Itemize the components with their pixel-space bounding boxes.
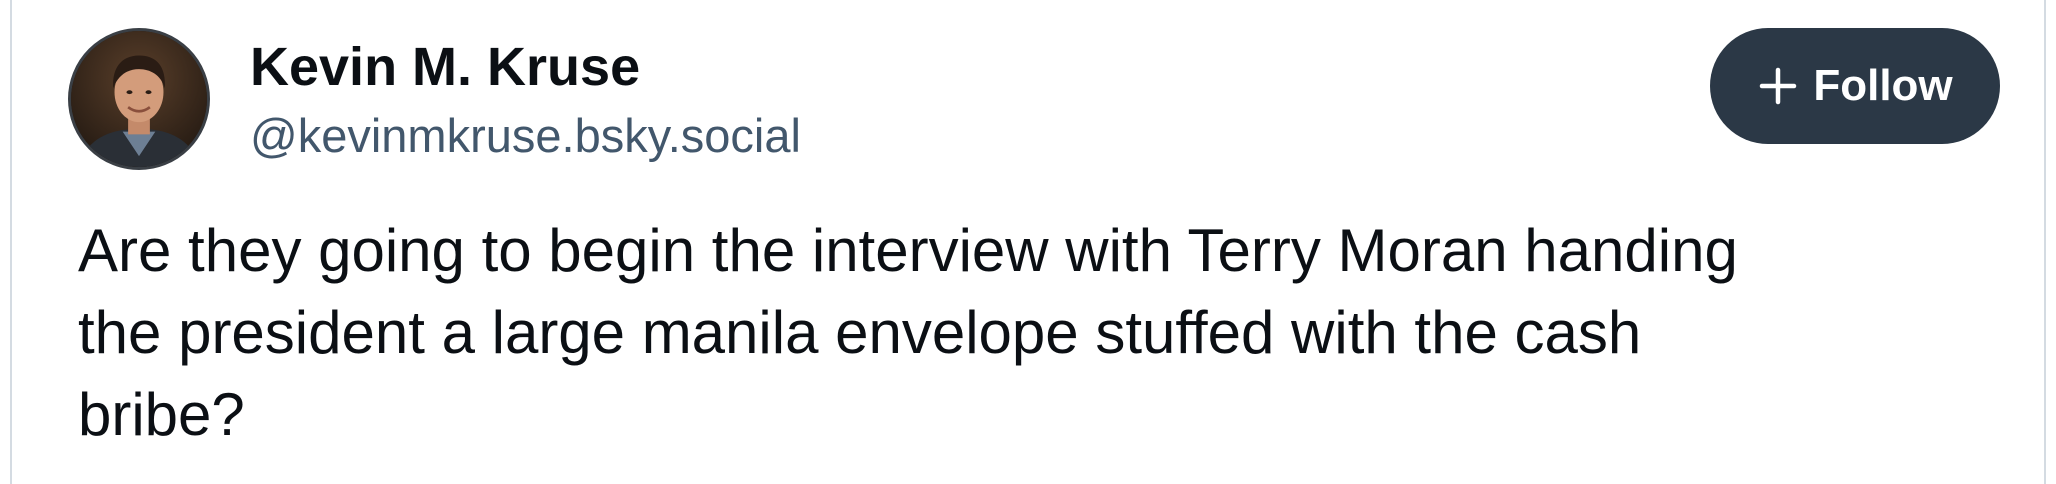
author-handle[interactable]: @kevinmkruse.bsky.social (250, 104, 801, 168)
author-avatar[interactable] (68, 28, 210, 170)
plus-icon (1760, 67, 1797, 105)
author-display-name[interactable]: Kevin M. Kruse (250, 32, 640, 102)
follow-button-label: Follow (1813, 61, 1953, 110)
avatar-photo-icon (71, 31, 207, 167)
post-body-text: Are they going to begin the interview wi… (78, 217, 1738, 448)
follow-button[interactable]: Follow (1710, 28, 2000, 144)
post-card: Kevin M. Kruse @kevinmkruse.bsky.social … (10, 0, 2046, 484)
